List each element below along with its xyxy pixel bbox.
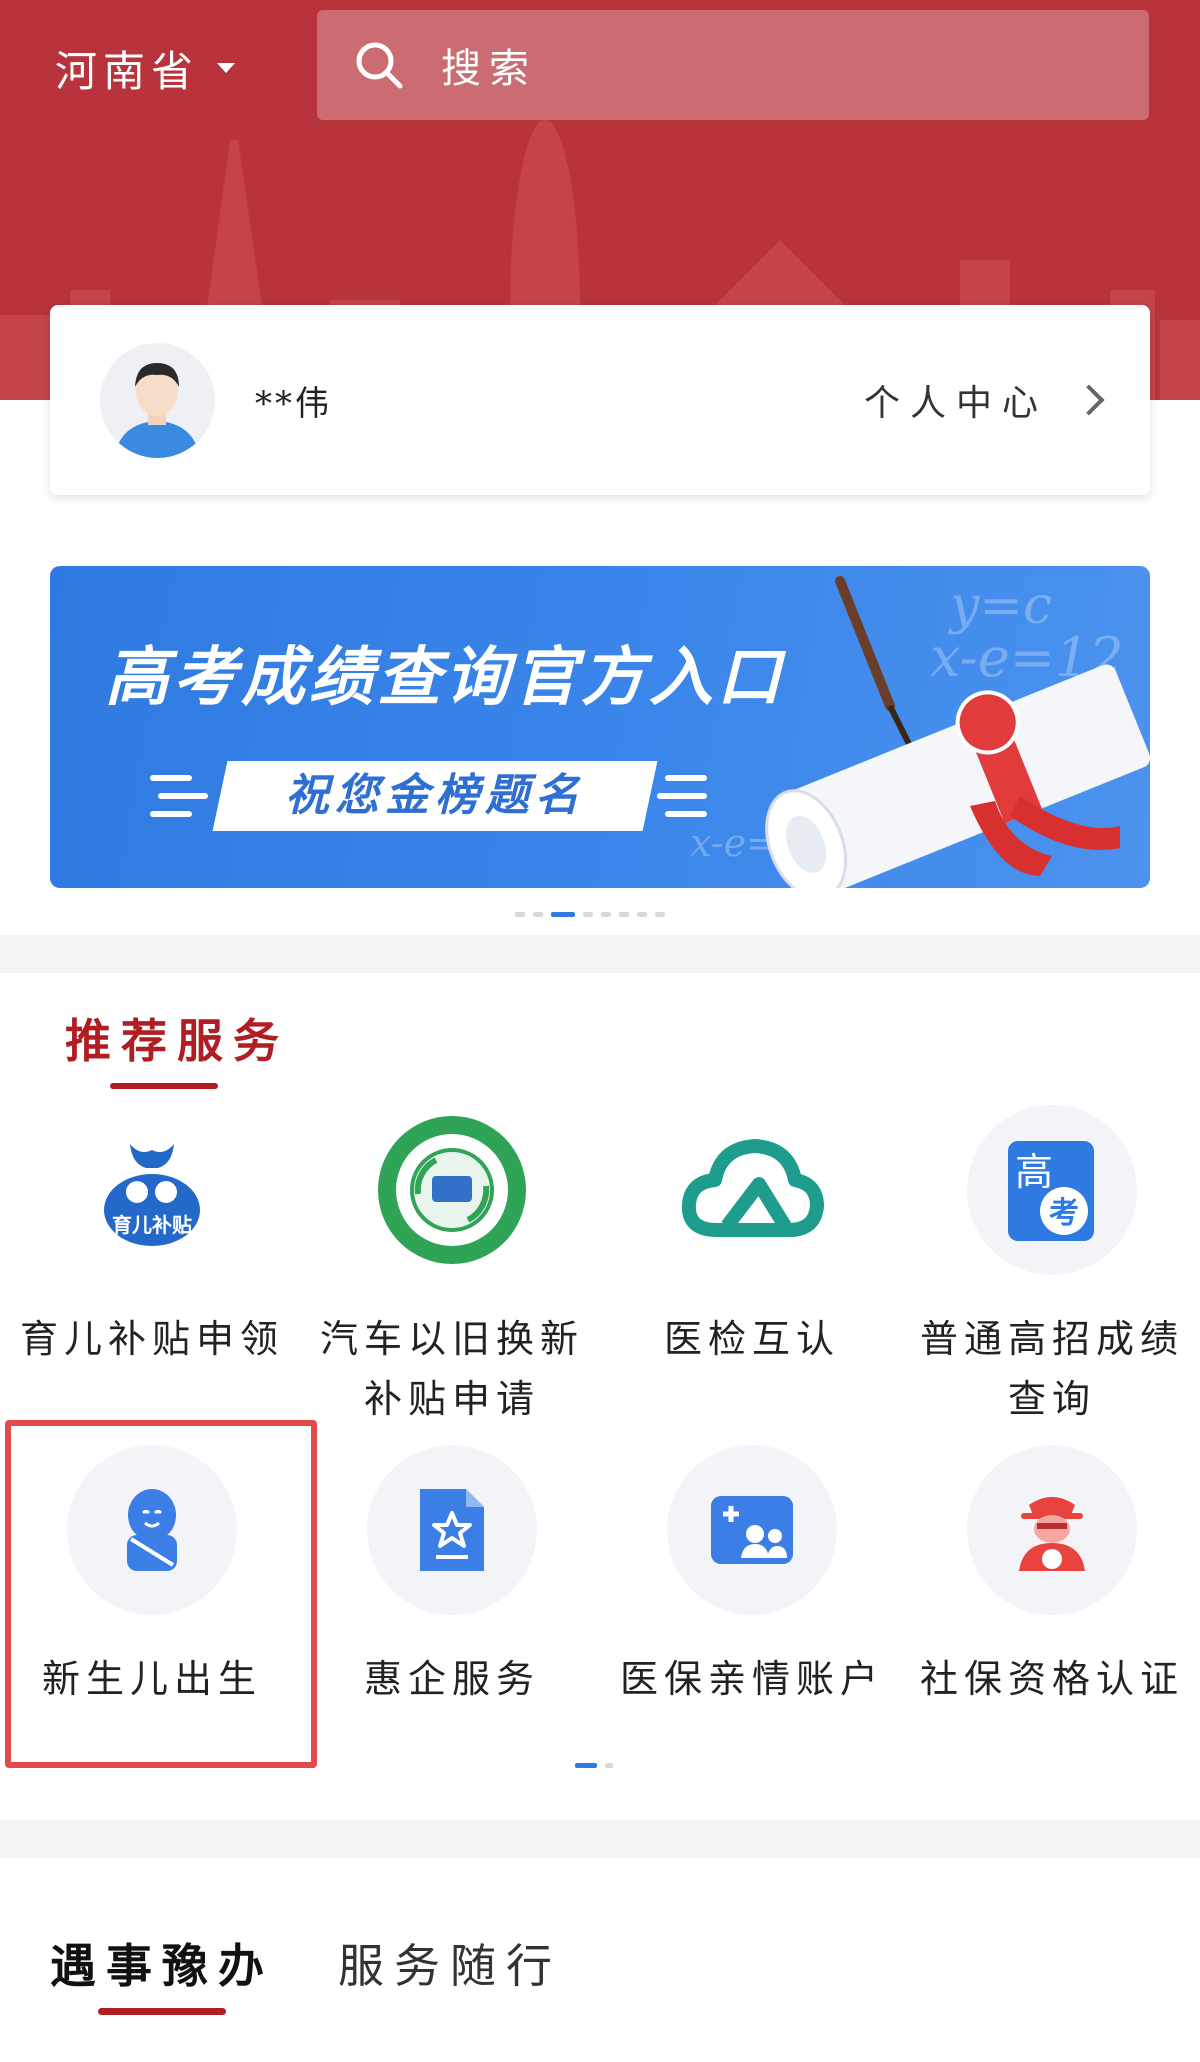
promo-banner[interactable]: y=c x-e=12 x-e= 高考成绩查询官方入口 祝您金榜题名 xyxy=(50,566,1150,888)
banner-subtitle: 祝您金榜题名 xyxy=(285,770,585,821)
social-security-icon xyxy=(967,1445,1137,1615)
province-label: 河南省 xyxy=(55,46,200,96)
province-selector[interactable]: 河南省 xyxy=(55,38,236,98)
trade-in-icon xyxy=(367,1105,537,1275)
service-item-childcare-subsidy[interactable]: 育儿补贴 育儿补贴申领 xyxy=(2,1105,302,1369)
user-card[interactable]: **伟 个人中心 xyxy=(50,305,1150,495)
search-icon xyxy=(356,42,403,89)
enterprise-doc-icon xyxy=(367,1445,537,1615)
family-account-icon xyxy=(667,1445,837,1615)
tab-fuwu-suixing[interactable]: 服务随行 xyxy=(338,1930,562,1996)
avatar xyxy=(100,342,215,458)
service-item-family-account[interactable]: 医保亲情账户 xyxy=(602,1445,902,1709)
section-divider xyxy=(0,1820,1200,1858)
carousel-indicator xyxy=(515,912,665,917)
service-label: 普通高招成绩查询 xyxy=(919,1317,1184,1421)
svg-text:育儿补贴: 育儿补贴 xyxy=(112,1213,192,1237)
service-label: 医保亲情账户 xyxy=(619,1657,884,1701)
service-label: 社保资格认证 xyxy=(919,1657,1184,1701)
svg-text:高: 高 xyxy=(1015,1150,1053,1194)
gaokao-icon: 高 考 xyxy=(967,1105,1137,1275)
service-item-gaokao-score[interactable]: 高 考 普通高招成绩查询 xyxy=(902,1105,1200,1429)
service-item-social-security-cert[interactable]: 社保资格认证 xyxy=(902,1445,1200,1709)
childcare-subsidy-icon: 育儿补贴 xyxy=(67,1105,237,1275)
page-indicator xyxy=(575,1763,613,1768)
banner-subtitle-pill: 祝您金榜题名 xyxy=(150,761,720,831)
chevron-right-icon xyxy=(1073,384,1105,416)
tab-yushi-yuban[interactable]: 遇事豫办 xyxy=(50,1930,274,1996)
service-label: 汽车以旧换新补贴申请 xyxy=(319,1317,584,1421)
service-label: 育儿补贴申领 xyxy=(19,1317,284,1361)
medical-cloud-icon xyxy=(667,1105,837,1275)
service-item-trade-in[interactable]: 汽车以旧换新补贴申请 xyxy=(302,1105,602,1429)
user-name: **伟 xyxy=(255,383,332,424)
service-label: 惠企服务 xyxy=(363,1657,540,1701)
banner-title: 高考成绩查询官方入口 xyxy=(105,641,785,715)
search-input[interactable]: 搜索 xyxy=(317,10,1149,120)
section-divider xyxy=(0,935,1200,973)
selection-highlight-box xyxy=(5,1420,317,1768)
chevron-down-icon xyxy=(217,63,236,73)
personal-center-link[interactable]: 个人中心 xyxy=(863,374,1105,426)
service-label: 医检互认 xyxy=(663,1317,840,1361)
service-item-medical-mutual-recognition[interactable]: 医检互认 xyxy=(602,1105,902,1369)
service-item-enterprise-service[interactable]: 惠企服务 xyxy=(302,1445,602,1709)
diploma-scroll-icon xyxy=(765,576,1150,888)
svg-text:考: 考 xyxy=(1049,1196,1079,1231)
section-title-recommended: 推荐服务 xyxy=(65,1014,289,1068)
search-placeholder: 搜索 xyxy=(441,46,537,92)
section-title-underline xyxy=(110,1083,218,1089)
tab-active-underline xyxy=(98,2008,226,2015)
personal-center-label: 个人中心 xyxy=(863,383,1048,424)
